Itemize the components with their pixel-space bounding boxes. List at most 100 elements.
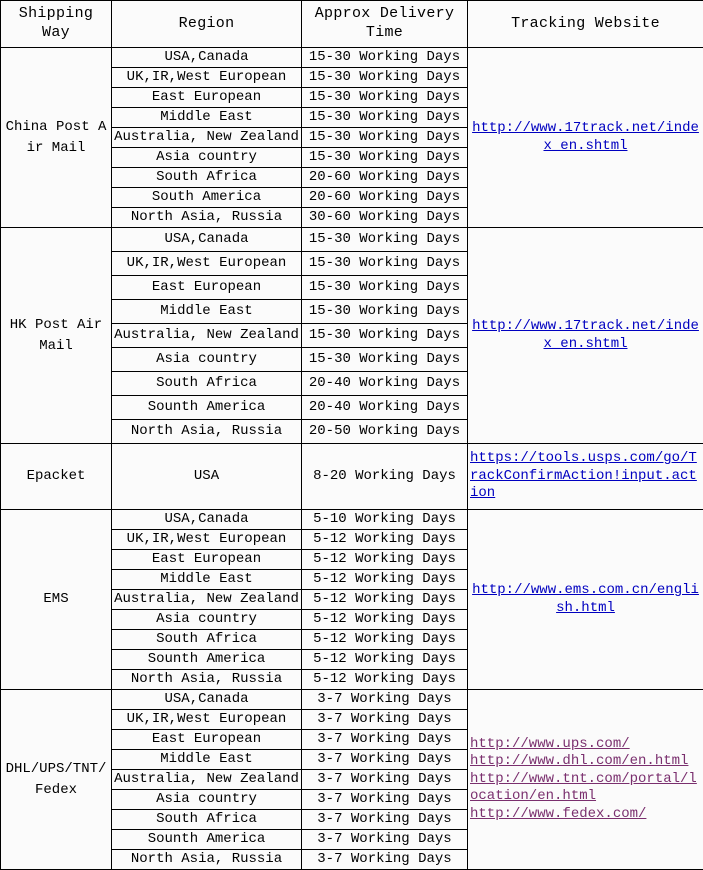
- region-cell: South Africa: [112, 372, 302, 396]
- delivery-time-cell: 15-30 Working Days: [302, 348, 468, 372]
- region-cell: Asia country: [112, 610, 302, 630]
- delivery-time-cell: 5-12 Working Days: [302, 590, 468, 610]
- delivery-time-cell: 3-7 Working Days: [302, 710, 468, 730]
- delivery-time-cell: 3-7 Working Days: [302, 690, 468, 710]
- tracking-link[interactable]: http://www.17track.net/index_en.shtml: [472, 318, 699, 352]
- delivery-time-cell: 20-40 Working Days: [302, 396, 468, 420]
- delivery-time-cell: 5-12 Working Days: [302, 650, 468, 670]
- delivery-time-cell: 15-30 Working Days: [302, 108, 468, 128]
- header-row: Shipping Way Region Approx Delivery Time…: [1, 1, 703, 48]
- tracking-link[interactable]: http://www.dhl.com/en.html: [470, 753, 701, 771]
- delivery-time-cell: 3-7 Working Days: [302, 850, 468, 870]
- region-cell: USA,Canada: [112, 228, 302, 252]
- delivery-time-cell: 15-30 Working Days: [302, 88, 468, 108]
- region-cell: USA,Canada: [112, 690, 302, 710]
- delivery-time-cell: 15-30 Working Days: [302, 252, 468, 276]
- tracking-link-list: http://www.17track.net/index_en.shtml: [470, 120, 701, 155]
- column-header-region: Region: [112, 1, 302, 48]
- tracking-link-list: http://www.17track.net/index_en.shtml: [470, 318, 701, 353]
- region-cell: East European: [112, 88, 302, 108]
- delivery-time-cell: 20-50 Working Days: [302, 420, 468, 444]
- delivery-time-cell: 8-20 Working Days: [302, 444, 468, 510]
- table-row: HK Post Air MailUSA,Canada15-30 Working …: [1, 228, 703, 252]
- delivery-time-cell: 15-30 Working Days: [302, 148, 468, 168]
- shipping-way-cell: EMS: [1, 510, 112, 690]
- region-cell: Sounth America: [112, 830, 302, 850]
- region-cell: South America: [112, 188, 302, 208]
- region-cell: Asia country: [112, 348, 302, 372]
- region-cell: USA,Canada: [112, 510, 302, 530]
- delivery-time-cell: 20-40 Working Days: [302, 372, 468, 396]
- tracking-link[interactable]: http://www.ems.com.cn/english.html: [472, 582, 699, 616]
- tracking-link[interactable]: http://www.17track.net/index_en.shtml: [472, 120, 699, 154]
- region-cell: North Asia, Russia: [112, 850, 302, 870]
- delivery-time-cell: 15-30 Working Days: [302, 68, 468, 88]
- region-cell: South Africa: [112, 810, 302, 830]
- region-cell: USA,Canada: [112, 48, 302, 68]
- column-header-shipping-way: Shipping Way: [1, 1, 112, 48]
- delivery-time-cell: 3-7 Working Days: [302, 770, 468, 790]
- delivery-time-cell: 5-12 Working Days: [302, 570, 468, 590]
- table-header: Shipping Way Region Approx Delivery Time…: [1, 1, 703, 48]
- tracking-website-cell: https://tools.usps.com/go/TrackConfirmAc…: [468, 444, 703, 510]
- table-row: China Post Air MailUSA,Canada15-30 Worki…: [1, 48, 703, 68]
- delivery-time-cell: 5-12 Working Days: [302, 670, 468, 690]
- region-cell: East European: [112, 730, 302, 750]
- delivery-time-cell: 30-60 Working Days: [302, 208, 468, 228]
- delivery-time-cell: 15-30 Working Days: [302, 300, 468, 324]
- region-cell: Middle East: [112, 750, 302, 770]
- delivery-time-cell: 15-30 Working Days: [302, 48, 468, 68]
- shipping-way-cell: DHL/UPS/TNT/Fedex: [1, 690, 112, 870]
- delivery-time-cell: 15-30 Working Days: [302, 228, 468, 252]
- delivery-time-cell: 5-12 Working Days: [302, 530, 468, 550]
- delivery-time-cell: 3-7 Working Days: [302, 790, 468, 810]
- region-cell: Asia country: [112, 790, 302, 810]
- delivery-time-cell: 5-12 Working Days: [302, 550, 468, 570]
- delivery-time-cell: 3-7 Working Days: [302, 730, 468, 750]
- region-cell: East European: [112, 550, 302, 570]
- region-cell: Australia, New Zealand: [112, 590, 302, 610]
- table-row: DHL/UPS/TNT/FedexUSA,Canada3-7 Working D…: [1, 690, 703, 710]
- delivery-time-cell: 20-60 Working Days: [302, 168, 468, 188]
- tracking-link[interactable]: http://www.fedex.com/: [470, 806, 701, 824]
- tracking-link[interactable]: https://tools.usps.com/go/TrackConfirmAc…: [470, 450, 701, 503]
- shipping-information-table: Shipping Way Region Approx Delivery Time…: [0, 0, 703, 870]
- table-row: EpacketUSA8-20 Working Dayshttps://tools…: [1, 444, 703, 510]
- tracking-link[interactable]: http://www.tnt.com/portal/location/en.ht…: [470, 771, 701, 806]
- tracking-website-cell: http://www.ems.com.cn/english.html: [468, 510, 703, 690]
- region-cell: Sounth America: [112, 396, 302, 420]
- region-cell: UK,IR,West European: [112, 68, 302, 88]
- tracking-link-list: https://tools.usps.com/go/TrackConfirmAc…: [470, 450, 701, 503]
- region-cell: Asia country: [112, 148, 302, 168]
- delivery-time-cell: 3-7 Working Days: [302, 750, 468, 770]
- delivery-time-cell: 15-30 Working Days: [302, 128, 468, 148]
- region-cell: Middle East: [112, 570, 302, 590]
- region-cell: Australia, New Zealand: [112, 128, 302, 148]
- delivery-time-cell: 3-7 Working Days: [302, 810, 468, 830]
- region-cell: Middle East: [112, 300, 302, 324]
- tracking-link[interactable]: http://www.ups.com/: [470, 736, 701, 754]
- tracking-website-cell: http://www.17track.net/index_en.shtml: [468, 48, 703, 228]
- column-header-approx-delivery-time: Approx Delivery Time: [302, 1, 468, 48]
- tracking-link-list: http://www.ems.com.cn/english.html: [470, 582, 701, 617]
- column-header-tracking-website: Tracking Website: [468, 1, 703, 48]
- delivery-time-cell: 20-60 Working Days: [302, 188, 468, 208]
- region-cell: UK,IR,West European: [112, 530, 302, 550]
- region-cell: South Africa: [112, 168, 302, 188]
- shipping-way-cell: Epacket: [1, 444, 112, 510]
- table-body: China Post Air MailUSA,Canada15-30 Worki…: [1, 48, 703, 870]
- delivery-time-cell: 3-7 Working Days: [302, 830, 468, 850]
- delivery-time-cell: 5-10 Working Days: [302, 510, 468, 530]
- region-cell: UK,IR,West European: [112, 710, 302, 730]
- delivery-time-cell: 15-30 Working Days: [302, 324, 468, 348]
- region-cell: North Asia, Russia: [112, 670, 302, 690]
- delivery-time-cell: 15-30 Working Days: [302, 276, 468, 300]
- region-cell: UK,IR,West European: [112, 252, 302, 276]
- shipping-way-cell: HK Post Air Mail: [1, 228, 112, 444]
- table-row: EMSUSA,Canada5-10 Working Dayshttp://www…: [1, 510, 703, 530]
- tracking-website-cell: http://www.ups.com/http://www.dhl.com/en…: [468, 690, 703, 870]
- region-cell: Sounth America: [112, 650, 302, 670]
- region-cell: USA: [112, 444, 302, 510]
- region-cell: East European: [112, 276, 302, 300]
- region-cell: North Asia, Russia: [112, 420, 302, 444]
